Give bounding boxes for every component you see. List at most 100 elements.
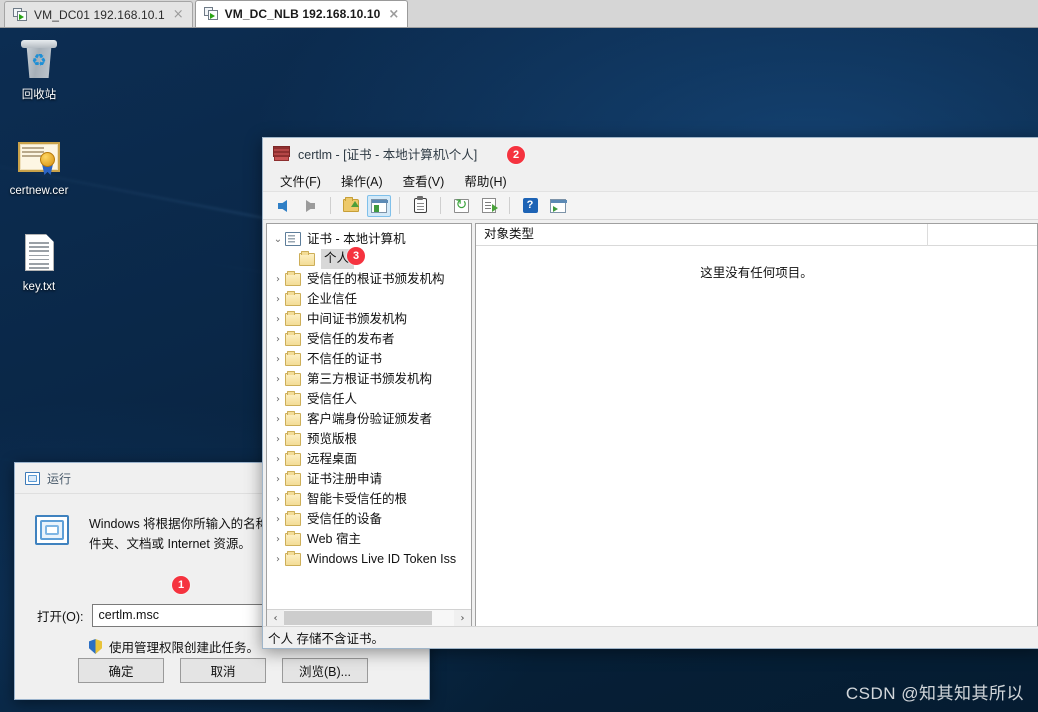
tree-horizontal-scrollbar[interactable]: ‹ › xyxy=(267,609,471,626)
chevron-right-icon[interactable]: › xyxy=(271,534,285,545)
watermark: CSDN @知其知其所以 xyxy=(846,679,1024,704)
tree-node-trusted-root-ca[interactable]: › 受信任的根证书颁发机构 xyxy=(267,269,471,289)
toolbar-separator xyxy=(330,197,331,214)
chevron-right-icon[interactable]: › xyxy=(271,314,285,325)
text-file-icon xyxy=(15,228,63,276)
browse-button[interactable]: 浏览(B)... xyxy=(282,658,368,683)
toolbar-help[interactable]: ? xyxy=(518,195,542,217)
chevron-right-icon[interactable]: › xyxy=(271,434,285,445)
tree-node-personal[interactable]: 个人 xyxy=(267,249,471,269)
tree-scroll-area[interactable]: ⌄ 证书 - 本地计算机 个人 › 受信任的根证书颁发机构 xyxy=(267,224,471,609)
folder-icon xyxy=(285,453,301,466)
show-action-pane-icon xyxy=(550,199,566,213)
run-admin-note: 使用管理权限创建此任务。 xyxy=(89,637,259,656)
folder-icon xyxy=(285,333,301,346)
menu-view[interactable]: 查看(V) xyxy=(394,169,454,192)
remote-desktop-icon xyxy=(204,7,219,21)
toolbar-show-action-pane[interactable] xyxy=(546,195,570,217)
certificates-tree-pane: ⌄ 证书 - 本地计算机 个人 › 受信任的根证书颁发机构 xyxy=(266,223,472,627)
certlm-titlebar: certlm - [证书 - 本地计算机\个人] xyxy=(263,138,1038,169)
scrollbar-track[interactable] xyxy=(284,610,454,626)
chevron-right-icon[interactable]: › xyxy=(271,274,285,285)
shield-icon xyxy=(89,639,102,654)
certlm-window: certlm - [证书 - 本地计算机\个人] 文件(F) 操作(A) 查看(… xyxy=(262,137,1038,649)
toolbar-refresh[interactable] xyxy=(449,195,473,217)
desktop-icon-recycle-bin[interactable]: ♻ 回收站 xyxy=(0,36,78,102)
tree-node-enterprise-trust[interactable]: › 企业信任 xyxy=(267,289,471,309)
scroll-right-icon[interactable]: › xyxy=(454,610,471,626)
run-open-label: 打开(O): xyxy=(37,606,84,625)
tab-vm-dc-nlb[interactable]: VM_DC_NLB 192.168.10.10 × xyxy=(195,0,409,27)
tree-node-preview-build-roots[interactable]: › 预览版根 xyxy=(267,429,471,449)
certlm-status-bar: 个人 存储不含证书。 xyxy=(263,626,1038,648)
chevron-right-icon[interactable]: › xyxy=(271,514,285,525)
tree-node-web-hosting[interactable]: › Web 宿主 xyxy=(267,529,471,549)
folder-icon xyxy=(285,513,301,526)
desktop-icon-label: 回收站 xyxy=(0,88,78,102)
toolbar-forward[interactable] xyxy=(298,195,322,217)
tree-node-trusted-devices[interactable]: › 受信任的设备 xyxy=(267,509,471,529)
close-icon[interactable]: × xyxy=(171,8,186,21)
tree-node-untrusted-certificates[interactable]: › 不信任的证书 xyxy=(267,349,471,369)
chevron-right-icon[interactable]: › xyxy=(271,494,285,505)
tree-node-label: 企业信任 xyxy=(307,291,357,308)
chevron-right-icon[interactable]: › xyxy=(271,294,285,305)
tree-node-client-auth-issuers[interactable]: › 客户端身份验证颁发者 xyxy=(267,409,471,429)
close-icon[interactable]: × xyxy=(386,8,401,21)
desktop-icon-certnew-cer[interactable]: certnew.cer xyxy=(0,132,78,198)
toolbar-export-list[interactable] xyxy=(477,195,501,217)
run-dialog-title: 运行 xyxy=(47,470,71,487)
tree-node-trusted-publishers[interactable]: › 受信任的发布者 xyxy=(267,329,471,349)
toolbar-up-one-level[interactable] xyxy=(339,195,363,217)
chevron-right-icon[interactable]: › xyxy=(271,394,285,405)
tree-node-label: 受信任的根证书颁发机构 xyxy=(307,271,445,288)
annotation-badge-2: 2 xyxy=(507,146,525,164)
tree-node-smart-card-trusted-roots[interactable]: › 智能卡受信任的根 xyxy=(267,489,471,509)
certificates-list-pane: 对象类型 这里没有任何项目。 xyxy=(475,223,1038,627)
folder-icon xyxy=(285,473,301,486)
certlm-title-text: certlm - [证书 - 本地计算机\个人] xyxy=(298,144,477,163)
tree-node-certificate-enrollment-requests[interactable]: › 证书注册申请 xyxy=(267,469,471,489)
chevron-right-icon[interactable]: › xyxy=(271,354,285,365)
tree-node-intermediate-ca[interactable]: › 中间证书颁发机构 xyxy=(267,309,471,329)
desktop-icon-key-txt[interactable]: key.txt xyxy=(0,228,78,294)
show-hide-tree-icon xyxy=(371,199,387,213)
tree-node-label: 不信任的证书 xyxy=(307,351,382,368)
tab-vm-dc01[interactable]: VM_DC01 192.168.10.1 × xyxy=(4,1,193,27)
run-dialog-buttons: 确定 取消 浏览(B)... xyxy=(15,658,431,683)
menu-action[interactable]: 操作(A) xyxy=(332,169,392,192)
tree-node-label: 证书注册申请 xyxy=(307,471,382,488)
tree-node-windows-live-id-token-issuer[interactable]: › Windows Live ID Token Iss xyxy=(267,549,471,569)
properties-icon xyxy=(414,198,427,213)
certificates-root-icon xyxy=(285,232,301,246)
tree-node-remote-desktop[interactable]: › 远程桌面 xyxy=(267,449,471,469)
folder-icon xyxy=(285,273,301,286)
menu-help[interactable]: 帮助(H) xyxy=(455,169,515,192)
chevron-right-icon[interactable]: › xyxy=(271,334,285,345)
toolbar-properties[interactable] xyxy=(408,195,432,217)
tree-node-root[interactable]: ⌄ 证书 - 本地计算机 xyxy=(267,229,471,249)
cancel-button[interactable]: 取消 xyxy=(180,658,266,683)
forward-arrow-icon xyxy=(306,200,315,212)
tree-node-label: Windows Live ID Token Iss xyxy=(307,551,456,568)
chevron-right-icon[interactable]: › xyxy=(271,414,285,425)
chevron-right-icon[interactable]: › xyxy=(271,554,285,565)
menu-file[interactable]: 文件(F) xyxy=(271,169,330,192)
scrollbar-thumb[interactable] xyxy=(284,611,432,625)
scroll-left-icon[interactable]: ‹ xyxy=(267,610,284,626)
certificate-file-icon xyxy=(15,132,63,180)
toolbar-separator xyxy=(399,197,400,214)
toolbar-show-hide-tree[interactable] xyxy=(367,195,391,217)
tree-node-trusted-people[interactable]: › 受信任人 xyxy=(267,389,471,409)
chevron-right-icon[interactable]: › xyxy=(271,454,285,465)
run-window-icon xyxy=(25,472,40,485)
toolbar-back[interactable] xyxy=(270,195,294,217)
tree-node-label: 受信任的设备 xyxy=(307,511,382,528)
screen: VM_DC01 192.168.10.1 × VM_DC_NLB 192.168… xyxy=(0,0,1038,712)
chevron-right-icon[interactable]: › xyxy=(271,474,285,485)
chevron-right-icon[interactable]: › xyxy=(271,374,285,385)
run-large-icon xyxy=(35,515,69,545)
column-header-object-type[interactable]: 对象类型 xyxy=(476,224,928,246)
ok-button[interactable]: 确定 xyxy=(78,658,164,683)
tree-node-third-party-root-ca[interactable]: › 第三方根证书颁发机构 xyxy=(267,369,471,389)
